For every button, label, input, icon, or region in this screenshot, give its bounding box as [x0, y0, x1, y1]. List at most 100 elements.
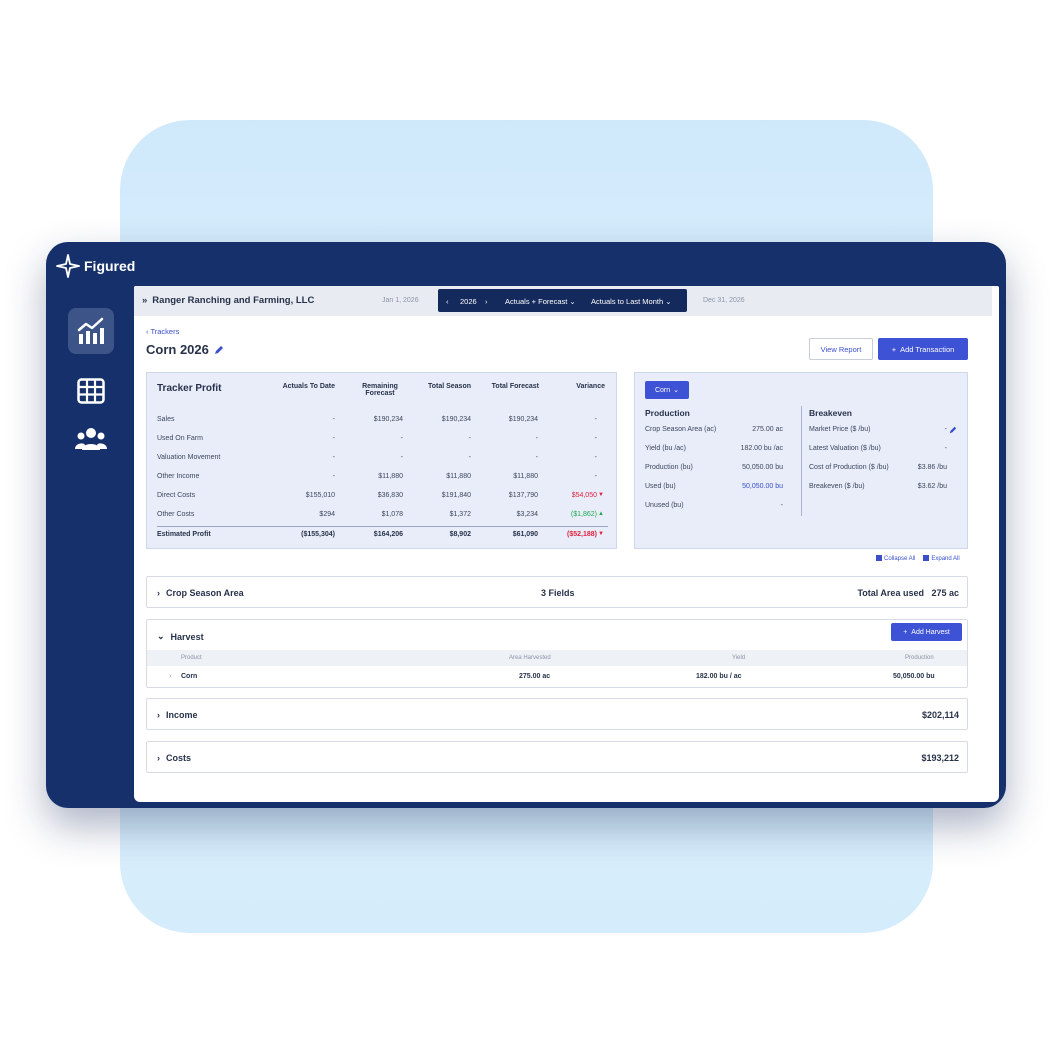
total-divider [157, 526, 608, 527]
profit-row-used-on-farm: Used On Farm - - - - - [157, 435, 608, 447]
variance-negative: ($52,188) [567, 531, 597, 538]
profit-row-other-costs: Other Costs $294 $1,078 $1,372 $3,234 ($… [157, 511, 608, 523]
production-label: Crop Season Area (ac) [645, 426, 717, 433]
col-header-variance: Variance [576, 383, 605, 390]
plus-icon: + [891, 344, 897, 354]
chevron-right-icon: › [157, 710, 160, 720]
period-selector: ‹ 2026 › Actuals + Forecast ⌄ Actuals to… [438, 289, 687, 312]
main-panel: » Ranger Ranching and Farming, LLC Jan 1… [134, 286, 999, 802]
cell: - [594, 416, 597, 423]
collapse-all-label: Collapse All [884, 556, 916, 562]
users-icon [75, 428, 107, 450]
double-chevron-right-icon: » [142, 295, 148, 306]
sidebar-item-analytics[interactable] [68, 308, 114, 354]
cell-product: Corn [181, 673, 198, 680]
period-year: 2026 [460, 297, 477, 306]
harvest-toggle[interactable]: ⌄ Harvest [157, 631, 204, 642]
breakeven-label: Breakeven ($ /bu) [809, 483, 865, 490]
col-area: Area Harvested [509, 655, 551, 661]
total-area: Total Area used 275 ac [857, 588, 959, 598]
income-total: $202,114 [921, 710, 959, 720]
prev-period-icon[interactable]: ‹ [446, 297, 449, 306]
page-title: Corn 2026 [146, 342, 224, 357]
breakeven-label: Cost of Production ($ /bu) [809, 464, 889, 471]
crop-dropdown-label: Corn [654, 386, 671, 394]
total-area-value: 275 ac [931, 588, 959, 598]
cell: - [535, 454, 538, 461]
cell: - [400, 435, 403, 442]
view-mode-label: Actuals + Forecast [505, 297, 568, 306]
variance-positive: ($1,862) [570, 511, 597, 518]
row-label: Other Costs [157, 511, 195, 518]
used-link[interactable]: 50,050.00 bu [715, 483, 783, 490]
org-selector[interactable]: » Ranger Ranching and Farming, LLC [142, 295, 314, 306]
row-label: Valuation Movement [157, 454, 221, 461]
page-title-text: Corn 2026 [146, 342, 209, 357]
tracker-profit-title: Tracker Profit [157, 383, 222, 394]
section-crop-season-area[interactable]: › Crop Season Area 3 Fields Total Area us… [146, 576, 968, 608]
section-label: Crop Season Area [166, 588, 244, 598]
col-product: Product [181, 655, 202, 661]
cell: $36,830 [377, 492, 403, 499]
arrow-down-icon: ▼ [598, 531, 604, 537]
row-label: Used On Farm [157, 435, 203, 442]
table-row[interactable]: › Corn 275.00 ac 182.00 bu / ac 50,050.0… [147, 668, 967, 686]
expand-all-button[interactable]: Expand All [923, 555, 960, 562]
cell: - [468, 454, 471, 461]
row-label: Direct Costs [157, 492, 196, 499]
cell: $190,234 [373, 416, 403, 423]
view-mode-dropdown[interactable]: Actuals + Forecast ⌄ [505, 297, 576, 306]
col-yield: Yield [732, 655, 746, 661]
cell: $8,902 [449, 531, 471, 538]
section-label: Harvest [170, 631, 204, 642]
pencil-icon[interactable] [949, 426, 957, 434]
breakeven-title: Breakeven [809, 408, 853, 418]
tracker-profit-card: Tracker Profit Actuals To Date Remaining… [146, 372, 617, 549]
col-production: Production [905, 655, 934, 661]
org-name: Ranger Ranching and Farming, LLC [152, 295, 315, 306]
back-link[interactable]: ‹ Trackers [146, 327, 179, 336]
chevron-right-icon: › [169, 673, 172, 680]
pencil-icon[interactable] [214, 345, 224, 355]
breakeven-value: $3.86 /bu [917, 464, 947, 471]
view-report-button[interactable]: View Report [809, 338, 873, 360]
expand-all-label: Expand All [931, 556, 960, 562]
production-value: 275.00 ac [752, 426, 783, 433]
cell: $294 [319, 511, 335, 518]
sidebar-item-grid[interactable] [68, 368, 114, 414]
add-harvest-label: Add Harvest [911, 628, 950, 636]
section-costs[interactable]: › Costs $193,212 [146, 741, 968, 773]
cell: $11,880 [378, 473, 403, 480]
cell: $3,234 [516, 511, 538, 518]
cell: $61,090 [512, 531, 538, 538]
col-header-total-forecast: Total Forecast [491, 383, 539, 390]
production-label: Production (bu) [645, 464, 693, 471]
breakeven-value: - [944, 445, 947, 452]
period-start-date: Jan 1, 2026 [382, 297, 419, 304]
arrow-down-icon: ▼ [598, 492, 604, 498]
cell-yield: 182.00 bu / ac [696, 673, 742, 680]
cell: $11,880 [513, 473, 538, 480]
crop-dropdown[interactable]: Corn ⌄ [645, 381, 689, 399]
row-label: Estimated Profit [157, 531, 211, 538]
section-income[interactable]: › Income $202,114 [146, 698, 968, 730]
collapse-icon [876, 555, 882, 561]
cell: $164,206 [373, 531, 403, 538]
add-transaction-button[interactable]: + Add Transaction [878, 338, 968, 360]
cell-production: 50,050.00 bu [893, 673, 935, 680]
profit-row-direct-costs: Direct Costs $155,010 $36,830 $191,840 $… [157, 492, 608, 504]
sidebar-item-team[interactable] [68, 416, 114, 462]
cell: $155,010 [305, 492, 335, 499]
section-harvest: ⌄ Harvest + Add Harvest Product Area Harve… [146, 619, 968, 688]
actuals-to-label: Actuals to Last Month [591, 297, 664, 306]
next-period-icon[interactable]: › [485, 297, 488, 306]
profit-row-other-income: Other Income - $11,880 $11,880 $11,880 - [157, 473, 608, 485]
add-harvest-button[interactable]: + Add Harvest [891, 623, 962, 641]
collapse-all-button[interactable]: Collapse All [876, 555, 915, 562]
cell: $191,840 [441, 492, 471, 499]
variance-negative: $54,050 [571, 492, 597, 499]
actuals-to-dropdown[interactable]: Actuals to Last Month ⌄ [591, 297, 672, 306]
cell: $190,234 [508, 416, 538, 423]
figured-logo[interactable]: Figured [56, 254, 135, 278]
production-title: Production [645, 408, 690, 418]
